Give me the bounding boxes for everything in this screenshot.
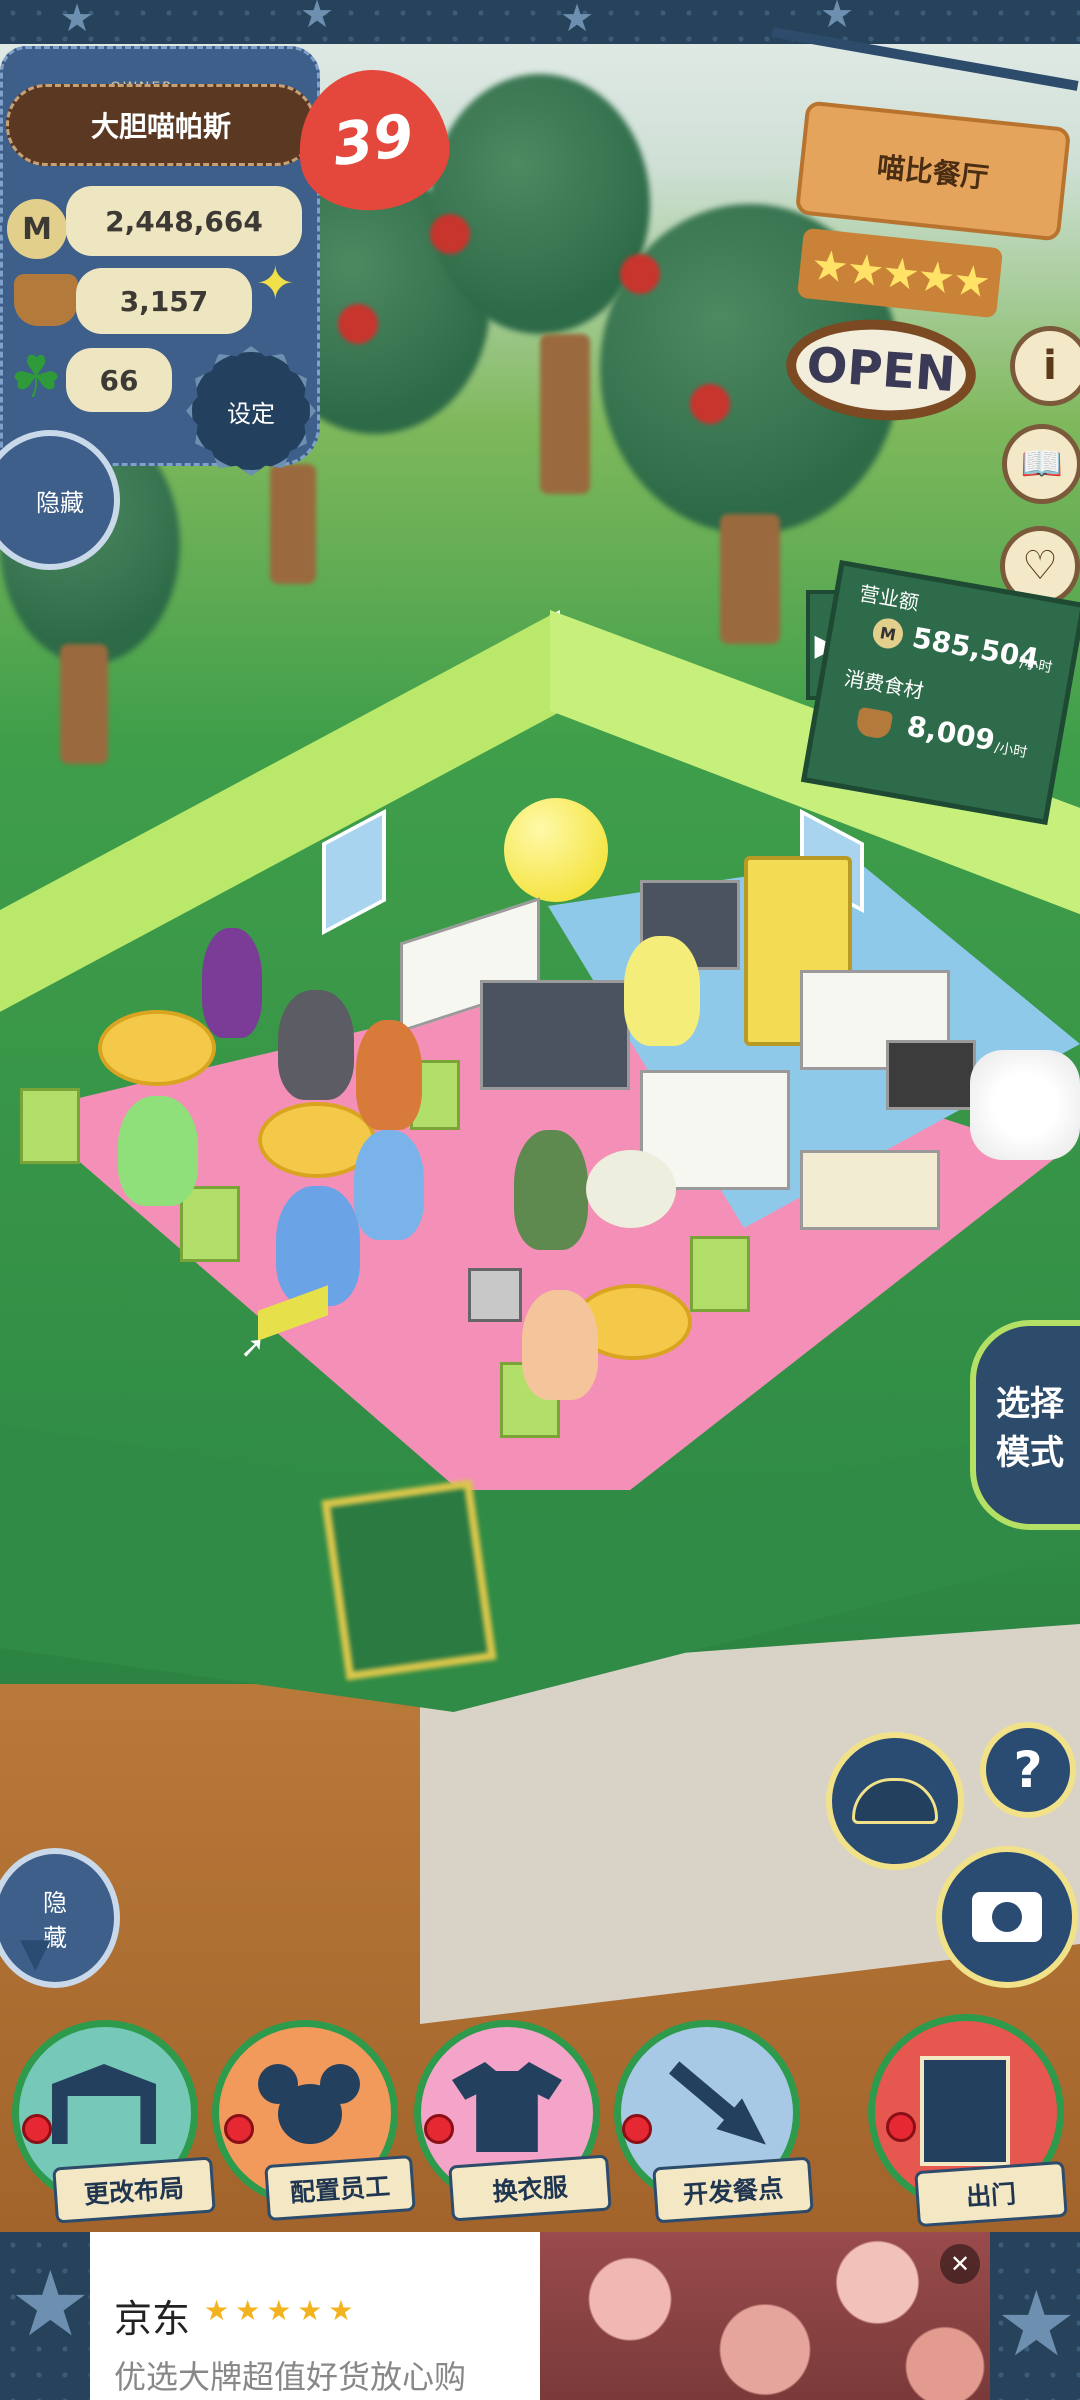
menu-stand-sign: [321, 1479, 497, 1681]
stove[interactable]: [480, 980, 630, 1090]
consumption-unit: /小时: [993, 739, 1029, 762]
tree-trunk: [540, 334, 590, 494]
star-decoration: ★: [10, 2252, 91, 2357]
coin-count[interactable]: 2,448,664: [66, 186, 302, 256]
ad-tagline[interactable]: 优选大牌超值好货放心购: [114, 2352, 466, 2398]
close-icon[interactable]: ✕: [940, 2244, 980, 2284]
pin-icon: [224, 2114, 254, 2144]
star-decoration: ★: [560, 0, 595, 40]
tree-trunk: [60, 644, 108, 764]
clover-icon: ☘: [10, 343, 62, 411]
hide-label: 隐藏: [36, 488, 84, 517]
green-mouse-customer[interactable]: [118, 1096, 198, 1206]
info-icon[interactable]: i: [1010, 326, 1080, 406]
hat-icon: [852, 1778, 938, 1824]
tree-trunk: [720, 514, 780, 644]
camera-button[interactable]: [936, 1846, 1078, 1988]
microwave[interactable]: [886, 1040, 976, 1110]
chair[interactable]: [690, 1236, 750, 1312]
help-button[interactable]: ?: [980, 1722, 1076, 1818]
tan-rabbit-customer[interactable]: [522, 1290, 598, 1400]
chair[interactable]: [20, 1088, 80, 1164]
sheep-customer[interactable]: [586, 1150, 676, 1228]
change-clothes-label[interactable]: 换衣服: [448, 2154, 612, 2222]
hat-button[interactable]: [826, 1732, 964, 1870]
develop-dish-label[interactable]: 开发餐点: [652, 2156, 814, 2224]
ad-banner[interactable]: 京东 ★★★★★ 优选大牌超值好货放心购 ✕: [90, 2232, 990, 2400]
recipe-book-icon[interactable]: 📖: [1002, 424, 1080, 504]
consumption-value: 8,009: [904, 709, 998, 758]
side-table[interactable]: [800, 1150, 940, 1230]
ad-image[interactable]: [540, 2232, 990, 2400]
ingredient-count[interactable]: 3,157: [76, 268, 252, 334]
pin-icon: [22, 2114, 52, 2144]
star-decoration: ★: [820, 0, 855, 36]
blue-cat-customer[interactable]: [354, 1130, 424, 1240]
pin-icon: [886, 2112, 916, 2142]
penguin-customer[interactable]: [202, 928, 262, 1038]
door-icon: [920, 2056, 1010, 2166]
yellow-cat-chef[interactable]: [624, 936, 700, 1046]
star-decoration: ★: [300, 0, 335, 36]
chair[interactable]: [180, 1186, 240, 1262]
fox-customer[interactable]: [356, 1020, 422, 1130]
tree-trunk: [270, 464, 316, 584]
apple: [620, 254, 660, 294]
dining-table[interactable]: [98, 1010, 216, 1086]
ingredient-basket-icon: [854, 706, 894, 741]
assign-staff-label[interactable]: 配置员工: [264, 2154, 416, 2222]
pin-icon: [424, 2114, 454, 2144]
go-out-label[interactable]: 出门: [914, 2160, 1068, 2228]
select-mode-button[interactable]: 选择模式: [970, 1320, 1080, 1530]
star-decoration: ★: [996, 2272, 1077, 2377]
ad-rating: ★★★★★: [204, 2294, 360, 2327]
decor-ball: [504, 798, 608, 902]
apple: [338, 304, 378, 344]
income-board[interactable]: 营业额 M 585,504 /小时 消费食材 8,009 /小时: [800, 560, 1080, 825]
egg-basket[interactable]: [970, 1050, 1080, 1160]
cash-register[interactable]: [468, 1268, 522, 1322]
apple: [430, 214, 470, 254]
top-border: ★ ★ ★ ★: [0, 0, 1080, 46]
revenue-label: 营业额: [857, 581, 921, 616]
camera-icon: [972, 1892, 1042, 1942]
grey-cat-staff[interactable]: [278, 990, 354, 1100]
pin-icon: [622, 2114, 652, 2144]
change-layout-label[interactable]: 更改布局: [52, 2156, 216, 2224]
ingredient-basket-icon: [14, 274, 78, 326]
coin-icon: M: [870, 616, 906, 651]
ad-brand[interactable]: 京东: [114, 2288, 190, 2343]
mouse-head-icon: [258, 2064, 360, 2154]
green-bunny-staff[interactable]: [514, 1130, 588, 1250]
star-decoration: ★: [60, 0, 95, 40]
clover-count[interactable]: 66: [66, 348, 172, 412]
down-arrow-icon: ▼: [20, 1930, 51, 1976]
apple: [690, 384, 730, 424]
pointer-arrow: ➚: [240, 1330, 266, 1365]
sparkle-icon: ✦: [256, 256, 295, 310]
select-mode-label: 选择模式: [996, 1384, 1064, 1473]
owner-name[interactable]: 大胆喵帕斯: [6, 84, 316, 166]
coin-icon: M: [2, 194, 72, 264]
consumption-label: 消费食材: [842, 665, 926, 704]
